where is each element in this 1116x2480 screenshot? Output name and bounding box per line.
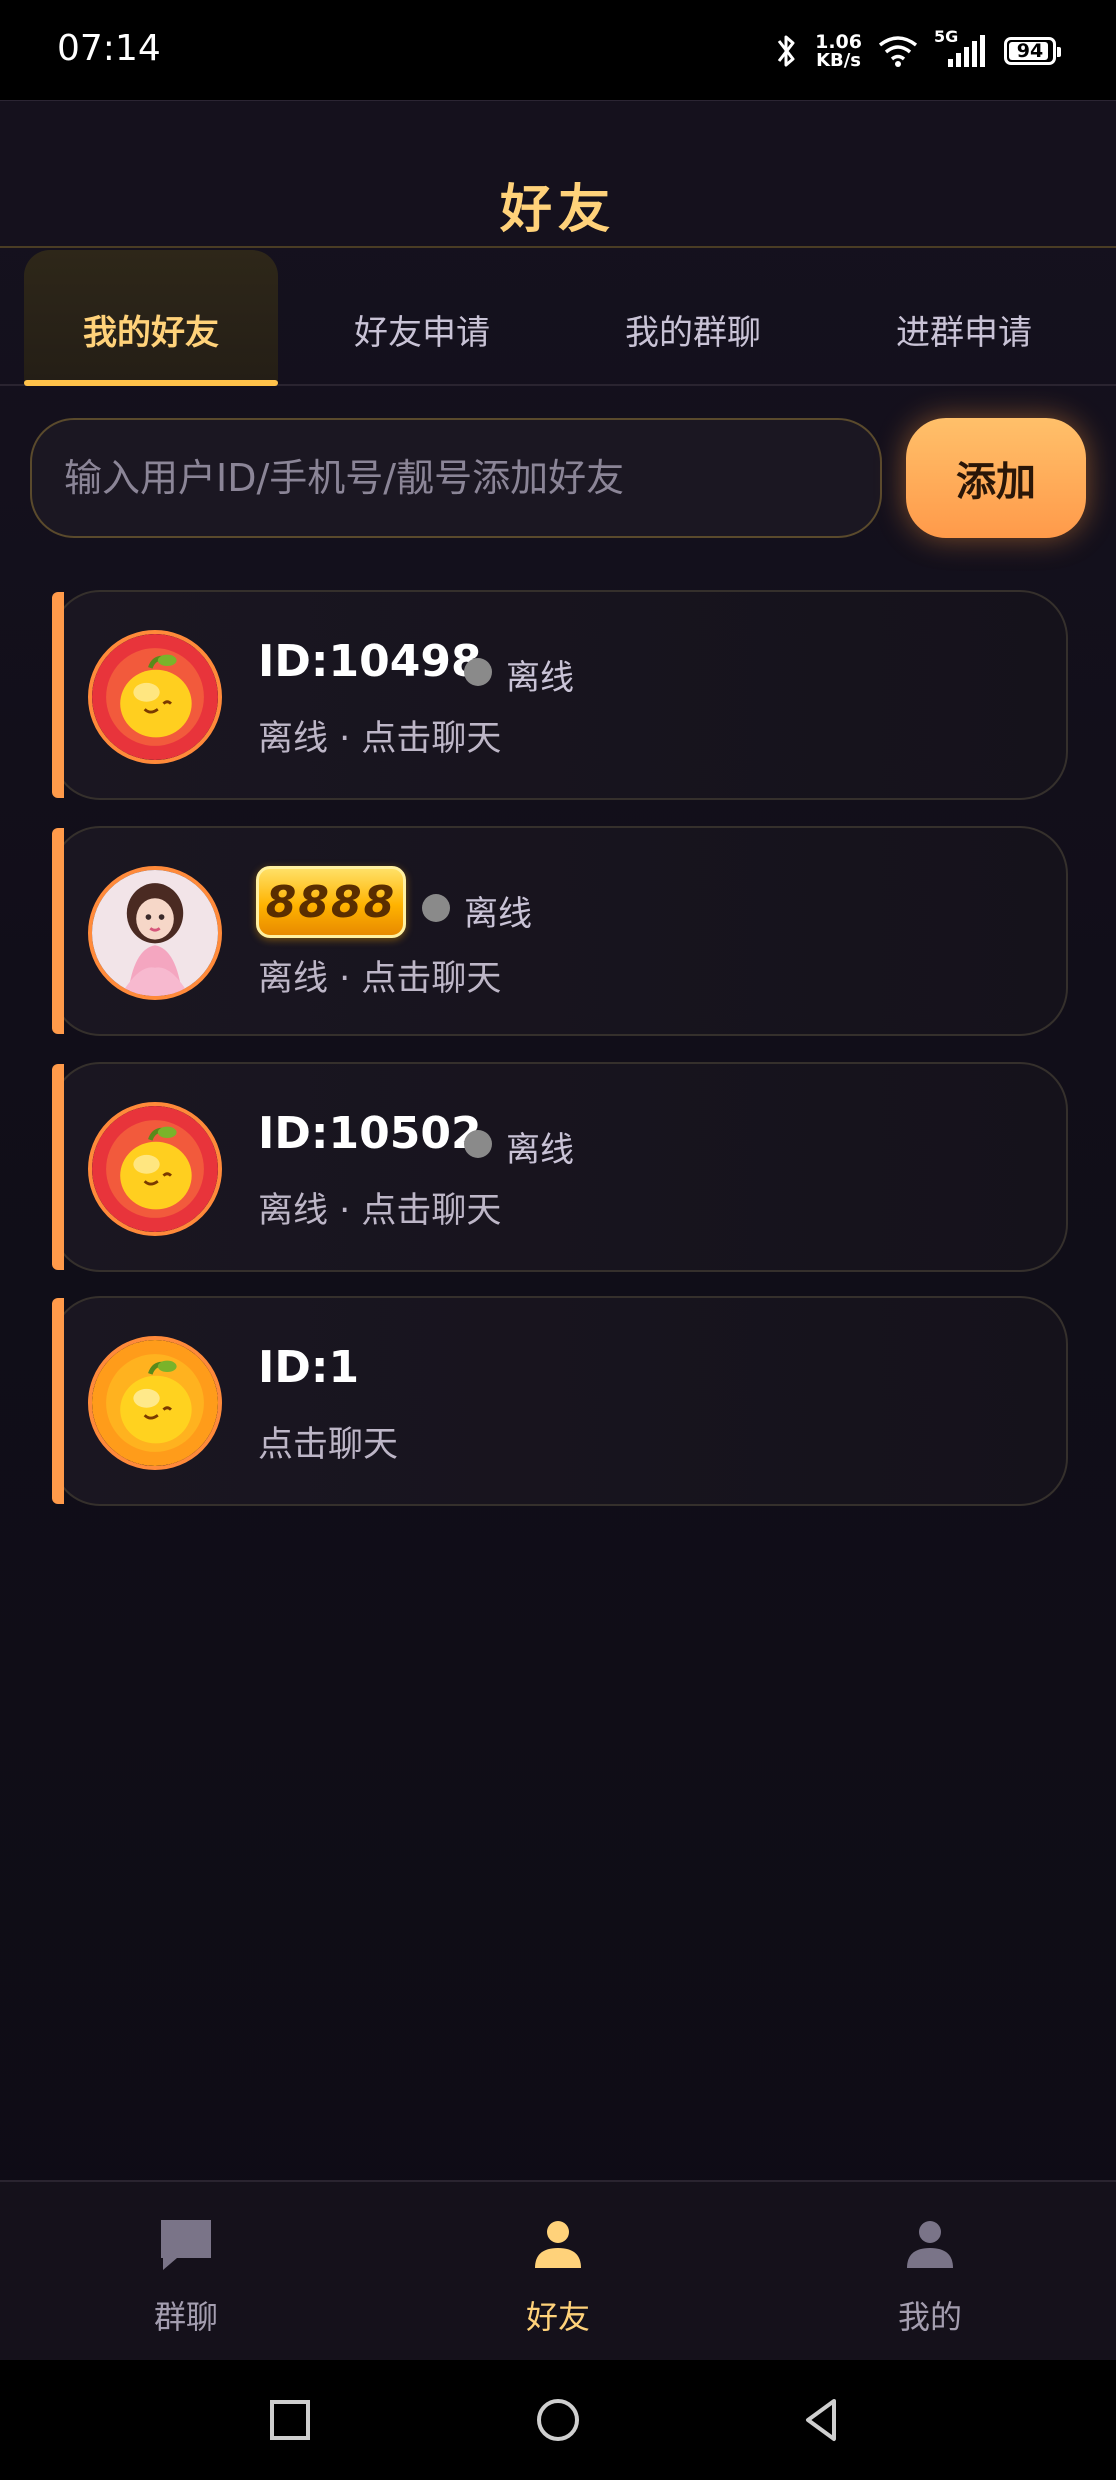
friend-subtitle: 离线 · 点击聊天 — [258, 959, 502, 999]
system-nav-bar — [0, 2360, 1116, 2480]
nav-label: 群聊 — [153, 2298, 218, 2336]
friend-id: ID:1 — [258, 1342, 360, 1393]
nav-item-me[interactable]: 我的 — [744, 2182, 1116, 2360]
friend-list-item[interactable]: 8888 离线 离线 · 点击聊天 — [52, 826, 1068, 1036]
card-accent-bar — [52, 828, 64, 1034]
friend-list-item[interactable]: ID:10502 离线 离线 · 点击聊天 — [52, 1062, 1068, 1272]
offline-status-dot — [422, 894, 450, 922]
recent-apps-icon[interactable] — [266, 2396, 314, 2444]
page-title: 好友 — [499, 180, 616, 240]
friend-status: 离线 — [506, 658, 574, 698]
search-input[interactable] — [30, 418, 882, 538]
mango-mascot-icon — [88, 1336, 222, 1470]
nav-label: 我的 — [897, 2298, 962, 2336]
friend-subtitle: 离线 · 点击聊天 — [258, 719, 502, 759]
card-accent-bar — [52, 1298, 64, 1504]
tab-friend-requests[interactable]: 好友申请 — [295, 250, 549, 384]
nav-item-group-chat[interactable]: 群聊 — [0, 2182, 372, 2360]
card-accent-bar — [52, 592, 64, 798]
home-icon[interactable] — [534, 2396, 582, 2444]
mango-mascot-icon — [88, 630, 222, 764]
net-speed-value: 1.06 — [815, 30, 862, 53]
tab-bar: 我的好友 好友申请 我的群聊 进群申请 — [0, 250, 1116, 386]
signal-bars-icon — [948, 35, 985, 67]
status-time: 07:14 — [57, 28, 161, 69]
battery-icon: 94 — [1004, 37, 1061, 65]
friend-status: 离线 — [506, 1130, 574, 1170]
battery-level: 94 — [1016, 40, 1044, 62]
mango-mascot-icon — [88, 1102, 222, 1236]
friend-status: 离线 — [464, 894, 532, 934]
bottom-nav: 群聊 好友 我的 — [0, 2180, 1116, 2360]
person-icon — [535, 2221, 581, 2268]
friend-list-item[interactable]: ID:10498 离线 离线 · 点击聊天 — [52, 590, 1068, 800]
friend-subtitle: 点击聊天 — [258, 1425, 399, 1465]
bluetooth-icon — [777, 35, 795, 67]
add-friend-button[interactable]: 添加 — [906, 418, 1086, 538]
tab-my-groups[interactable]: 我的群聊 — [566, 250, 820, 384]
girl-avatar-icon — [88, 866, 222, 1000]
status-bar: 07:14 1.06 KB/s 5G 94 — [0, 0, 1116, 100]
back-icon[interactable] — [798, 2396, 846, 2444]
friend-list-item[interactable]: ID:1 点击聊天 — [52, 1296, 1068, 1506]
card-accent-bar — [52, 1064, 64, 1270]
friend-subtitle: 离线 · 点击聊天 — [258, 1191, 502, 1231]
friend-id: ID:10498 — [258, 636, 482, 687]
cellular-signal: 5G — [934, 27, 990, 71]
page-header: 好友 — [0, 100, 1116, 248]
offline-status-dot — [464, 1130, 492, 1158]
net-speed: 1.06 KB/s — [815, 30, 862, 71]
net-speed-unit: KB/s — [816, 49, 862, 71]
vip-number-badge: 8888 — [256, 866, 406, 938]
tab-group-requests[interactable]: 进群申请 — [837, 250, 1091, 384]
offline-status-dot — [464, 658, 492, 686]
friend-id: ID:10502 — [258, 1108, 482, 1159]
wifi-icon — [878, 36, 918, 67]
app-screen: 07:14 1.06 KB/s 5G 94 好友 我的好友 好友申请 我的群聊 … — [0, 0, 1116, 2480]
nav-label: 好友 — [525, 2298, 590, 2336]
nav-item-friends[interactable]: 好友 — [372, 2182, 744, 2360]
chat-bubble-icon — [161, 2220, 211, 2270]
profile-icon — [907, 2221, 953, 2268]
status-icons: 1.06 KB/s 5G 94 — [771, 26, 1061, 76]
tab-my-friends[interactable]: 我的好友 — [24, 250, 278, 386]
